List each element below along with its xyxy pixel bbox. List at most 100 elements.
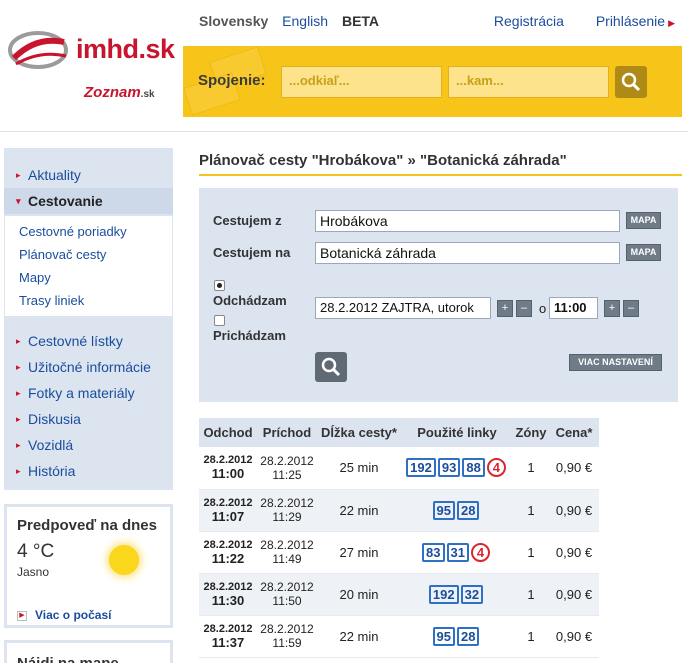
line-badge[interactable]: 192 <box>406 458 436 478</box>
time-field[interactable]: 11:00 <box>549 297 598 319</box>
lang-slovensky[interactable]: Slovensky <box>199 13 268 29</box>
col-price[interactable]: Cena* <box>549 418 599 447</box>
table-row[interactable]: 28.2.2012 11:00 28.2.2012 11:25 25 min 192… <box>199 447 599 490</box>
sidebar-item-cestovanie[interactable]: ▾ Cestovanie <box>4 188 173 214</box>
plan-search-button[interactable] <box>315 352 347 382</box>
site-logo[interactable]: imhd.sk Zoznam.sk <box>6 28 175 106</box>
weather-widget: Predpoveď na dnes 4 °C Jasno ▶ Viac o po… <box>4 504 173 628</box>
search-icon <box>321 357 341 377</box>
price: 0,90 € <box>549 447 599 490</box>
arrive-radio[interactable] <box>214 315 225 326</box>
zones: 1 <box>513 489 549 532</box>
map-widget-title: Nájdi na mape <box>17 655 119 663</box>
search-label: Spojenie: <box>198 72 266 89</box>
col-duration[interactable]: Dĺžka cesty* <box>317 418 401 447</box>
line-badge[interactable]: 192 <box>428 584 459 604</box>
table-row[interactable]: 28.2.2012 11:07 28.2.2012 11:29 22 min 95 2… <box>199 489 599 532</box>
sidebar-subitem-trasy-liniek[interactable]: Trasy liniek <box>5 289 172 312</box>
sidebar-nav-secondary: ▸ Cestovné lístky ▸ Užitočné informácie ▸ F… <box>4 322 173 490</box>
time-minus-button[interactable]: – <box>623 300 639 317</box>
sidebar-subitem-mapy[interactable]: Mapy <box>5 266 172 289</box>
sidebar-item-cestovne-listky[interactable]: ▸ Cestovné lístky <box>4 328 173 354</box>
line-badge[interactable]: 95 <box>432 500 455 520</box>
arr-time: 11:59 <box>272 636 302 650</box>
sidebar-item-vozidla[interactable]: ▸ Vozidlá <box>4 432 173 458</box>
from-label: Cestujem z <box>213 213 282 228</box>
line-badge[interactable]: 83 <box>422 542 445 562</box>
weather-title: Predpoveď na dnes <box>17 517 157 534</box>
line-badge[interactable]: 88 <box>462 458 485 478</box>
zones: 1 <box>513 531 549 574</box>
language-switch: Slovensky English BETA <box>199 13 389 29</box>
logo-text: imhd.sk <box>76 34 175 64</box>
time-plus-button[interactable]: + <box>604 300 620 317</box>
to-input[interactable]: ...kam... <box>448 66 609 98</box>
line-badge[interactable]: 32 <box>460 584 484 604</box>
dep-date: 28.2.2012 <box>203 496 253 509</box>
header-divider <box>0 131 688 132</box>
bullet-arrow-icon: ▸ <box>16 336 21 346</box>
duration: 25 min <box>317 447 401 490</box>
bullet-arrow-icon: ▸ <box>16 440 21 450</box>
col-arrival[interactable]: Príchod <box>257 418 317 447</box>
sidebar: ▸ Aktuality ▾ Cestovanie Cestovné poriad… <box>4 148 173 663</box>
more-settings-button[interactable]: VIAC NASTAVENÍ <box>569 354 662 371</box>
bullet-arrow-icon: ▸ <box>16 388 21 398</box>
col-departure[interactable]: Odchod <box>199 418 257 447</box>
to-map-button[interactable]: MAPA <box>626 244 661 261</box>
weather-condition: Jasno <box>17 565 50 579</box>
weather-more-link[interactable]: Viac o počasí <box>35 608 111 622</box>
col-zones[interactable]: Zóny <box>513 418 549 447</box>
page-title: Plánovač cesty "Hrobákova" » "Botanická … <box>199 152 567 169</box>
sidebar-subitem-cestovne-poriadky[interactable]: Cestovné poriadky <box>5 220 172 243</box>
logo-swoosh-icon <box>8 31 68 69</box>
sidebar-item-label: História <box>28 463 76 479</box>
depart-radio[interactable] <box>214 280 225 291</box>
sidebar-item-uzitocne-informacie[interactable]: ▸ Užitočné informácie <box>4 354 173 380</box>
line-badge[interactable]: 93 <box>437 458 461 478</box>
walk-segment-badge[interactable]: 4 <box>486 458 506 478</box>
dep-date: 28.2.2012 <box>203 454 253 467</box>
bullet-arrow-icon: ▸ <box>16 362 21 372</box>
search-icon <box>621 72 641 92</box>
sidebar-item-historia[interactable]: ▸ História <box>4 458 173 484</box>
line-badge[interactable]: 31 <box>446 542 469 562</box>
bullet-arrow-icon: ▸ <box>16 414 21 424</box>
price: 0,90 € <box>549 531 599 574</box>
date-field[interactable]: 28.2.2012 ZAJTRA, utorok <box>315 297 491 319</box>
partner-logo[interactable]: Zoznam.sk <box>84 84 155 101</box>
walk-segment-badge[interactable]: 4 <box>470 542 490 562</box>
dep-time: 11:00 <box>211 466 245 482</box>
sidebar-item-label: Vozidlá <box>28 437 74 453</box>
line-badge[interactable]: 28 <box>457 626 480 646</box>
to-field[interactable]: Botanická záhrada <box>315 242 620 264</box>
arr-date: 28.2.2012 <box>260 538 314 552</box>
sidebar-subitem-planovac-cesty[interactable]: Plánovač cesty <box>5 243 172 266</box>
table-row[interactable]: 28.2.2012 11:30 28.2.2012 11:50 20 min 192… <box>199 573 599 616</box>
line-badge[interactable]: 95 <box>432 626 455 646</box>
to-label: Cestujem na <box>213 245 291 260</box>
lang-english[interactable]: English <box>282 13 328 29</box>
dep-date: 28.2.2012 <box>203 580 253 593</box>
login-link[interactable]: Prihlásenie ▶ <box>582 13 675 29</box>
from-map-button[interactable]: MAPA <box>626 212 661 229</box>
map-widget: Nájdi na mape <box>4 640 173 663</box>
sidebar-item-diskusia[interactable]: ▸ Diskusia <box>4 406 173 432</box>
search-button[interactable] <box>615 66 647 98</box>
bullet-arrow-icon: ▸ <box>16 466 21 476</box>
line-badge[interactable]: 28 <box>457 500 480 520</box>
register-link[interactable]: Registrácia <box>494 13 564 29</box>
from-input[interactable]: ...odkiaľ... <box>281 66 442 98</box>
duration: 22 min <box>317 489 401 532</box>
dep-time: 11:37 <box>211 634 245 650</box>
table-row[interactable]: 28.2.2012 11:37 28.2.2012 11:59 22 min 95 2… <box>199 615 599 658</box>
zones: 1 <box>513 447 549 490</box>
zones: 1 <box>513 573 549 616</box>
sidebar-item-aktuality[interactable]: ▸ Aktuality <box>4 162 173 188</box>
date-minus-button[interactable]: – <box>516 300 532 317</box>
time-or-label: o <box>539 301 547 316</box>
sidebar-item-fotky-a-materialy[interactable]: ▸ Fotky a materiály <box>4 380 173 406</box>
date-plus-button[interactable]: + <box>497 300 513 317</box>
from-field[interactable]: Hrobákova <box>315 210 620 232</box>
table-row[interactable]: 28.2.2012 11:22 28.2.2012 11:49 27 min 83 3… <box>199 531 599 574</box>
